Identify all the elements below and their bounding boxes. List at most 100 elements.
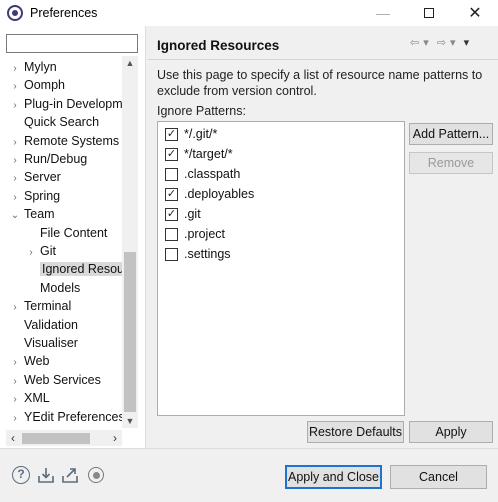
unchecked-checkbox[interactable] xyxy=(165,247,178,261)
tree-item[interactable]: › Mylyn xyxy=(10,58,56,78)
forward-arrow-icon[interactable]: ⇨ xyxy=(437,36,447,49)
pattern-text: .settings xyxy=(184,247,231,261)
tree-horizontal-scrollbar[interactable]: ‹ › xyxy=(6,430,122,446)
maximize-button[interactable] xyxy=(406,0,452,26)
expand-chevron-icon[interactable]: › xyxy=(10,134,20,152)
tree-item[interactable]: ⌄ Team xyxy=(10,205,55,223)
expand-chevron-icon[interactable]: › xyxy=(10,391,20,409)
tree-item-label: Ignored Resou xyxy=(40,262,122,277)
view-menu-icon[interactable]: ▾ xyxy=(464,36,471,49)
tree-item[interactable]: Visualiser xyxy=(10,334,78,352)
help-icon[interactable]: ? xyxy=(12,466,30,484)
apply-and-close-button[interactable]: Apply and Close xyxy=(285,465,382,489)
tree-item[interactable]: Ignored Resou xyxy=(26,260,122,278)
tree-item[interactable]: › Git xyxy=(26,242,56,260)
pattern-text: */target/* xyxy=(184,147,233,161)
tree-item[interactable]: Quick Search xyxy=(10,113,99,131)
tree-item[interactable]: › Plug-in Developm xyxy=(10,95,122,113)
tree-item[interactable]: › Oomph xyxy=(10,76,65,94)
eclipse-app-icon xyxy=(7,5,23,21)
record-icon[interactable] xyxy=(88,467,104,483)
preference-tree-panel: › Mylyn › Oomph › Plug-in Developm Quick Searc… xyxy=(0,26,146,448)
pattern-row[interactable]: ✓ */.git/* xyxy=(165,125,217,143)
scroll-left-icon[interactable]: ‹ xyxy=(6,430,20,446)
scroll-thumb-horizontal[interactable] xyxy=(22,433,90,444)
tree-item[interactable]: › Server xyxy=(10,168,61,186)
tree-item-label: Web xyxy=(24,354,50,369)
page-title: Ignored Resources xyxy=(157,38,280,53)
maximize-icon xyxy=(424,8,434,18)
expand-chevron-icon[interactable]: › xyxy=(10,60,20,78)
tree-item[interactable]: › Terminal xyxy=(10,297,71,315)
title-bar: Preferences — ✕ xyxy=(0,0,498,26)
expand-chevron-icon[interactable]: › xyxy=(10,410,20,428)
tree-item[interactable]: File Content xyxy=(26,224,107,242)
checked-checkbox[interactable]: ✓ xyxy=(165,187,178,201)
tree-item[interactable]: › Spring xyxy=(10,187,60,205)
add-pattern-button[interactable]: Add Pattern... xyxy=(409,123,493,145)
tree-item[interactable]: › Web Services xyxy=(10,371,101,389)
tree-item-label: File Content xyxy=(40,225,108,240)
checked-checkbox[interactable]: ✓ xyxy=(165,147,178,161)
tree-item-label: Server xyxy=(24,170,61,185)
tree-item[interactable]: Models xyxy=(26,279,80,297)
filter-input[interactable] xyxy=(6,34,138,53)
tree-item-label: Spring xyxy=(24,188,61,203)
expand-chevron-icon[interactable]: › xyxy=(26,244,36,262)
tree-item-label: Plug-in Developm xyxy=(24,96,122,111)
expand-chevron-icon[interactable]: › xyxy=(10,373,20,391)
expand-chevron-icon[interactable]: › xyxy=(10,354,20,372)
forward-dropdown-icon[interactable]: ▾ xyxy=(450,36,457,49)
export-icon[interactable] xyxy=(61,466,79,484)
expand-chevron-icon[interactable]: › xyxy=(10,152,20,170)
expand-chevron-icon[interactable]: › xyxy=(10,97,20,115)
apply-button[interactable]: Apply xyxy=(409,421,493,443)
pattern-row[interactable]: .classpath xyxy=(165,165,240,183)
expand-chevron-icon[interactable]: › xyxy=(10,299,20,317)
tree-item-label: XML xyxy=(24,391,50,406)
restore-defaults-button[interactable]: Restore Defaults xyxy=(307,421,404,443)
tree-item-label: Visualiser xyxy=(24,336,78,350)
pattern-row[interactable]: ✓ .git xyxy=(165,205,201,223)
scroll-right-icon[interactable]: › xyxy=(108,430,122,446)
import-icon[interactable] xyxy=(37,466,55,484)
tree-item[interactable]: › YEdit Preferences xyxy=(10,408,122,426)
unchecked-checkbox[interactable] xyxy=(165,227,178,241)
tree-vertical-scrollbar[interactable]: ▲ ▼ xyxy=(122,56,138,428)
checked-checkbox[interactable]: ✓ xyxy=(165,207,178,221)
tree-item-label: Remote Systems xyxy=(24,133,120,148)
scroll-thumb[interactable] xyxy=(124,252,136,412)
remove-button[interactable]: Remove xyxy=(409,152,493,174)
ignore-patterns-list[interactable]: ✓ */.git/* ✓ */target/* .classpath ✓ .deployab… xyxy=(157,121,405,416)
scroll-down-icon[interactable]: ▼ xyxy=(122,414,138,428)
tree-item-label: Validation xyxy=(24,317,78,332)
tree-item[interactable]: Validation xyxy=(10,316,78,334)
collapse-chevron-icon[interactable]: ⌄ xyxy=(10,207,20,225)
expand-chevron-icon[interactable]: › xyxy=(10,170,20,188)
expand-chevron-icon[interactable]: › xyxy=(10,78,20,96)
back-arrow-icon[interactable]: ⇦ xyxy=(410,36,420,49)
tree-item[interactable]: › Remote Systems xyxy=(10,132,119,150)
page-navigation: ⇦ ▾ ⇨ ▾ ▾ xyxy=(410,36,473,49)
ignore-patterns-label: Ignore Patterns: xyxy=(157,104,246,118)
checked-checkbox[interactable]: ✓ xyxy=(165,127,178,141)
pattern-row[interactable]: ✓ .deployables xyxy=(165,185,254,203)
pattern-row[interactable]: .settings xyxy=(165,245,231,263)
pattern-row[interactable]: ✓ */target/* xyxy=(165,145,233,163)
page-header: Ignored Resources ⇦ ▾ ⇨ ▾ ▾ xyxy=(148,30,498,60)
unchecked-checkbox[interactable] xyxy=(165,167,178,181)
minimize-button[interactable]: — xyxy=(360,0,406,26)
close-button[interactable]: ✕ xyxy=(452,0,498,26)
pattern-row[interactable]: .project xyxy=(165,225,225,243)
scroll-up-icon[interactable]: ▲ xyxy=(122,56,138,70)
window-title: Preferences xyxy=(30,6,98,20)
tree-item[interactable]: › XML xyxy=(10,389,50,409)
expand-chevron-icon[interactable]: › xyxy=(10,189,20,207)
tree-item[interactable]: › Run/Debug xyxy=(10,150,87,168)
cancel-button[interactable]: Cancel xyxy=(390,465,487,489)
pattern-text: .project xyxy=(184,227,225,241)
preference-tree: › Mylyn › Oomph › Plug-in Developm Quick Searc… xyxy=(0,58,122,428)
tree-item[interactable]: › Web xyxy=(10,352,49,370)
back-dropdown-icon[interactable]: ▾ xyxy=(423,36,430,49)
tree-item-label: Terminal xyxy=(24,299,72,314)
